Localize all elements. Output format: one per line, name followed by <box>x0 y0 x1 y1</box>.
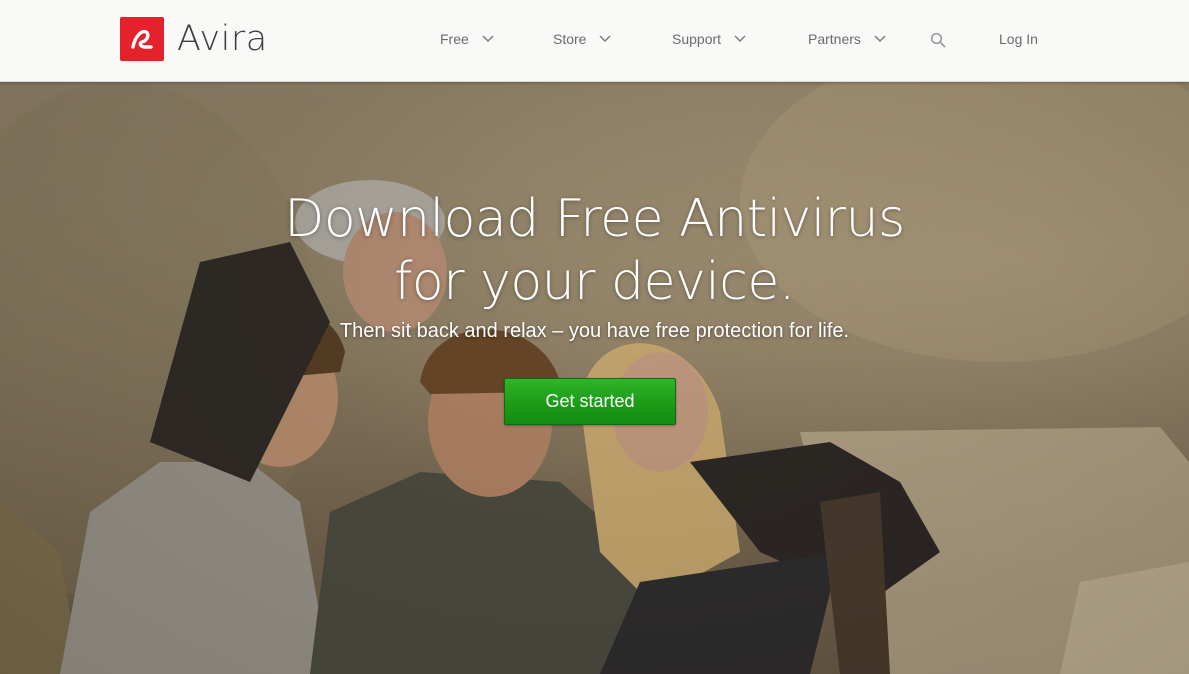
hero-section: Download Free Antivirus for your device.… <box>0 82 1189 674</box>
login-link[interactable]: Log In <box>999 31 1038 47</box>
search-icon[interactable] <box>930 32 946 48</box>
nav-item-support[interactable]: Support <box>672 31 746 47</box>
hero-subheadline: Then sit back and relax – you have free … <box>339 320 850 342</box>
chevron-down-icon <box>482 35 494 42</box>
nav-item-label: Partners <box>808 31 861 47</box>
nav-item-store[interactable]: Store <box>553 31 611 47</box>
main-nav: Free Store Support Partners Log In <box>0 0 1189 81</box>
chevron-down-icon <box>599 35 611 42</box>
chevron-down-icon <box>734 35 746 42</box>
nav-item-label: Store <box>553 31 587 47</box>
site-header: Avira Free Store Support Partners Log In <box>0 0 1189 82</box>
hero-headline-line2: for your device. <box>394 252 795 312</box>
hero-headline-line1: Download Free Antivirus <box>284 189 905 249</box>
nav-item-free[interactable]: Free <box>440 31 494 47</box>
nav-item-partners[interactable]: Partners <box>808 31 886 47</box>
nav-item-label: Free <box>440 31 469 47</box>
get-started-button[interactable]: Get started <box>504 378 676 425</box>
chevron-down-icon <box>874 35 886 42</box>
nav-item-label: Support <box>672 31 722 47</box>
